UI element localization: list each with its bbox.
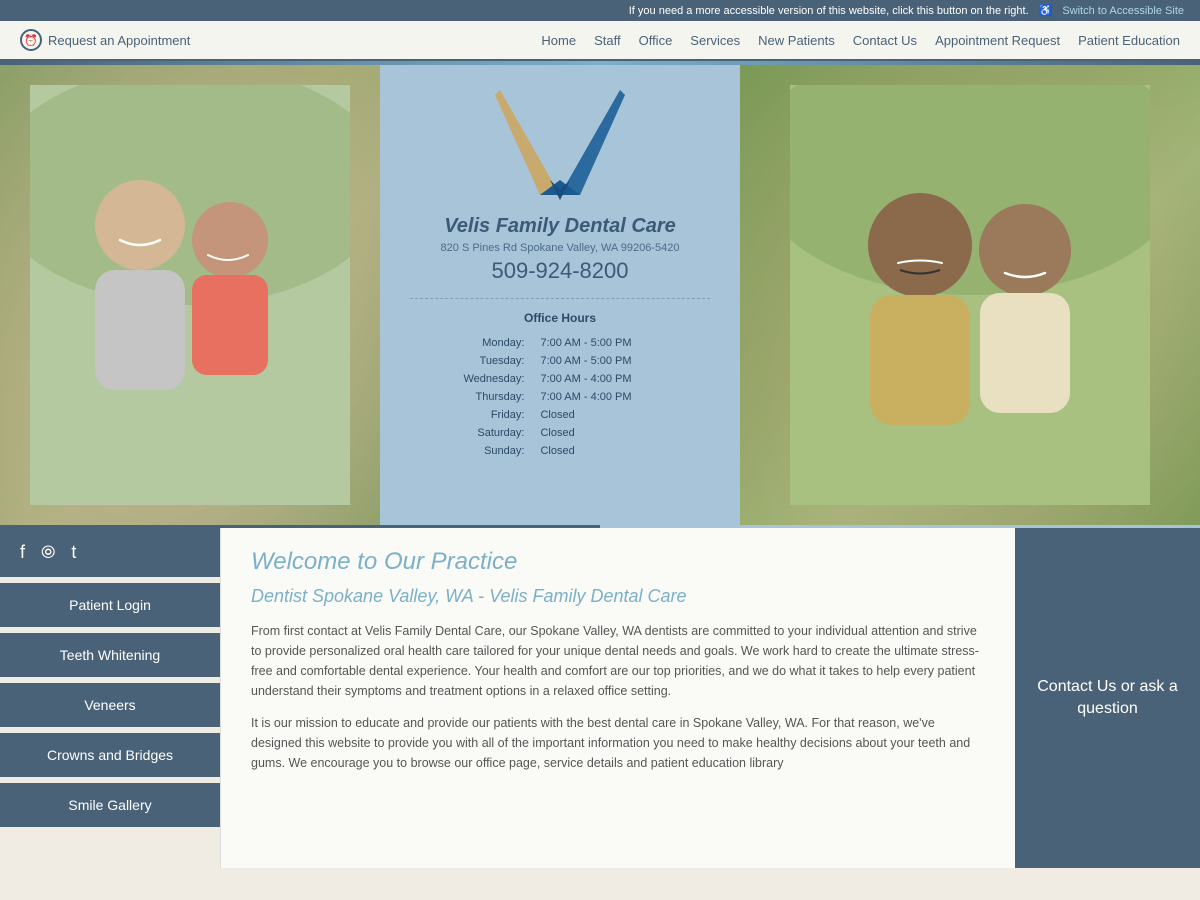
office-hours-title: Office Hours: [524, 311, 596, 325]
hours-day: Sunday:: [412, 443, 528, 459]
accessibility-icon: ♿: [1039, 4, 1053, 17]
clock-icon: ⏰: [20, 29, 42, 51]
cta-text: Contact Us or ask a question: [1031, 676, 1184, 721]
divider: [410, 298, 710, 299]
hours-row: Wednesday:7:00 AM - 4:00 PM: [412, 371, 708, 387]
header: ⏰ Request an Appointment Home Staff Offi…: [0, 21, 1200, 61]
accessibility-message: If you need a more accessible version of…: [629, 5, 1029, 17]
hours-row: Saturday:Closed: [412, 425, 708, 441]
hours-day: Monday:: [412, 335, 528, 351]
hours-day: Tuesday:: [412, 353, 528, 369]
accessibility-bar: If you need a more accessible version of…: [0, 0, 1200, 21]
accessible-site-link[interactable]: Switch to Accessible Site: [1062, 5, 1184, 17]
content-area: f ⦾ t Patient Login Teeth Whitening Veneer…: [0, 528, 1200, 868]
rss-icon[interactable]: ⦾: [41, 542, 55, 563]
hours-time: Closed: [530, 407, 708, 423]
nav-contact[interactable]: Contact Us: [853, 33, 917, 48]
hours-row: Tuesday:7:00 AM - 5:00 PM: [412, 353, 708, 369]
sidebar-buttons: Patient Login Teeth Whitening Veneers Crown…: [0, 583, 220, 827]
left-couple-photo: [0, 65, 380, 525]
smile-gallery-btn[interactable]: Smile Gallery: [0, 783, 220, 827]
hero-section: Velis Family Dental Care 820 S Pines Rd …: [0, 65, 1200, 525]
hours-row: Monday:7:00 AM - 5:00 PM: [412, 335, 708, 351]
request-appointment[interactable]: ⏰ Request an Appointment: [20, 29, 190, 51]
contact-cta-box[interactable]: Contact Us or ask a question: [1015, 528, 1200, 868]
hours-row: Friday:Closed: [412, 407, 708, 423]
hours-time: Closed: [530, 425, 708, 441]
main-content: Welcome to Our Practice Dentist Spokane …: [220, 528, 1015, 868]
hours-day: Wednesday:: [412, 371, 528, 387]
patient-login-btn[interactable]: Patient Login: [0, 583, 220, 627]
paragraph-1: From first contact at Velis Family Denta…: [251, 621, 985, 701]
nav-new-patients[interactable]: New Patients: [758, 33, 835, 48]
sidebar: f ⦾ t Patient Login Teeth Whitening Veneer…: [0, 528, 220, 868]
hours-time: 7:00 AM - 5:00 PM: [530, 335, 708, 351]
twitter-icon[interactable]: t: [71, 542, 76, 563]
practice-name: Velis Family Dental Care: [444, 215, 676, 238]
nav-home[interactable]: Home: [541, 33, 576, 48]
hours-day: Thursday:: [412, 389, 528, 405]
nav-office[interactable]: Office: [639, 33, 673, 48]
nav-staff[interactable]: Staff: [594, 33, 621, 48]
practice-phone: 509-924-8200: [491, 258, 628, 284]
social-bar: f ⦾ t: [0, 528, 220, 577]
crowns-bridges-btn[interactable]: Crowns and Bridges: [0, 733, 220, 777]
hours-time: 7:00 AM - 4:00 PM: [530, 389, 708, 405]
right-couple-photo: [740, 65, 1200, 525]
request-appt-label: Request an Appointment: [48, 33, 190, 48]
hours-row: Sunday:Closed: [412, 443, 708, 459]
dentist-subheading: Dentist Spokane Valley, WA - Velis Famil…: [251, 586, 985, 607]
center-info-panel: Velis Family Dental Care 820 S Pines Rd …: [380, 65, 740, 525]
hero-photo-right: [740, 65, 1200, 525]
welcome-heading: Welcome to Our Practice: [251, 548, 985, 576]
nav-services[interactable]: Services: [690, 33, 740, 48]
hours-time: Closed: [530, 443, 708, 459]
hours-table: Monday:7:00 AM - 5:00 PMTuesday:7:00 AM …: [410, 333, 710, 461]
paragraph-2: It is our mission to educate and provide…: [251, 713, 985, 773]
right-cta: Contact Us or ask a question: [1015, 528, 1200, 868]
veneers-btn[interactable]: Veneers: [0, 683, 220, 727]
teeth-whitening-btn[interactable]: Teeth Whitening: [0, 633, 220, 677]
hours-day: Friday:: [412, 407, 528, 423]
hours-day: Saturday:: [412, 425, 528, 441]
hours-row: Thursday:7:00 AM - 4:00 PM: [412, 389, 708, 405]
nav-appointment-request[interactable]: Appointment Request: [935, 33, 1060, 48]
nav-patient-education[interactable]: Patient Education: [1078, 33, 1180, 48]
hours-time: 7:00 AM - 5:00 PM: [530, 353, 708, 369]
practice-logo: [495, 85, 625, 205]
nav-menu: Home Staff Office Services New Patients …: [541, 33, 1180, 48]
hours-time: 7:00 AM - 4:00 PM: [530, 371, 708, 387]
facebook-icon[interactable]: f: [20, 542, 25, 563]
main-text: From first contact at Velis Family Denta…: [251, 621, 985, 773]
practice-address: 820 S Pines Rd Spokane Valley, WA 99206-…: [441, 242, 680, 254]
hero-photo-left: [0, 65, 380, 525]
